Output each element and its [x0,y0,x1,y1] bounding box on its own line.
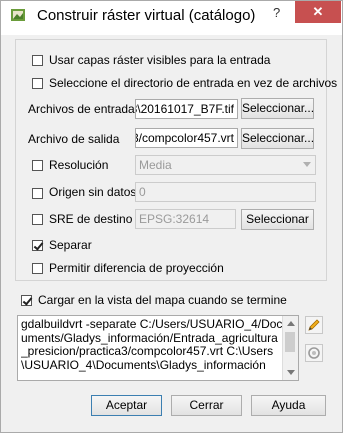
nodata-value: 0 [139,185,146,199]
select-output-file-button[interactable]: Seleccionar... [241,128,314,149]
window-title: Construir ráster virtual (catálogo) [37,7,256,24]
input-files-field[interactable]: 3\20161017_B7F.tif [135,99,238,119]
help-button[interactable]: Ayuda [251,395,326,416]
load-in-canvas-checkbox[interactable] [21,295,32,306]
select-input-files-button[interactable]: Seleccionar... [241,98,314,119]
accept-button[interactable]: Aceptar [91,395,162,416]
resolution-value: Media [139,158,172,172]
title-bar: Construir ráster virtual (catálogo) ? ✕ [1,1,342,35]
reset-icon[interactable] [305,344,323,362]
allow-projection-difference-label: Permitir diferencia de proyección [49,261,224,275]
output-file-label: Archivo de salida [28,132,120,146]
separate-checkbox[interactable] [32,240,43,251]
help-title-button[interactable]: ? [273,5,280,20]
allow-projection-difference-checkbox[interactable] [32,263,43,274]
command-text: gdalbuildvrt -separate C:/Users/USUARIO_… [21,318,283,372]
target-srs-checkbox[interactable] [32,214,43,225]
resolution-label: Resolución [49,158,109,172]
close-window-button[interactable]: ✕ [295,1,341,23]
select-directory-checkbox[interactable] [32,78,43,89]
scroll-thumb[interactable] [285,332,295,352]
use-visible-layers-checkbox[interactable] [32,55,43,66]
target-srs-label: SRE de destino [49,212,133,226]
dialog-window: Construir ráster virtual (catálogo) ? ✕ … [0,0,343,433]
qgis-app-icon [10,7,26,23]
command-scrollbar[interactable] [282,316,298,380]
resolution-checkbox[interactable] [32,160,43,171]
target-srs-field[interactable]: EPSG:32614 [135,209,236,229]
load-in-canvas-label: Cargar en la vista del mapa cuando se te… [38,293,287,307]
scroll-down-icon[interactable] [287,370,295,375]
output-file-field[interactable]: 3/compcolor457.vrt [135,128,238,148]
nodata-checkbox[interactable] [32,188,43,199]
edit-pencil-icon[interactable] [305,316,323,334]
use-visible-layers-label: Usar capas ráster visibles para la entra… [49,53,271,67]
select-target-srs-button[interactable]: Seleccionar [241,209,314,230]
chevron-down-icon [303,162,311,167]
output-file-value: 3/compcolor457.vrt [135,131,234,145]
input-files-value: 3\20161017_B7F.tif [135,102,234,116]
input-files-label: Archivos de entrada [28,102,135,116]
select-directory-label: Seleccione el directorio de entrada en v… [49,76,338,90]
nodata-label: Origen sin datos [49,185,137,199]
separate-label: Separar [49,238,92,252]
nodata-field[interactable]: 0 [135,182,316,202]
close-button[interactable]: Cerrar [171,395,242,416]
target-srs-value: EPSG:32614 [139,212,210,226]
resolution-combo[interactable]: Media [135,155,316,175]
scroll-up-icon[interactable] [287,321,295,326]
command-textarea[interactable]: gdalbuildvrt -separate C:/Users/USUARIO_… [17,315,299,381]
